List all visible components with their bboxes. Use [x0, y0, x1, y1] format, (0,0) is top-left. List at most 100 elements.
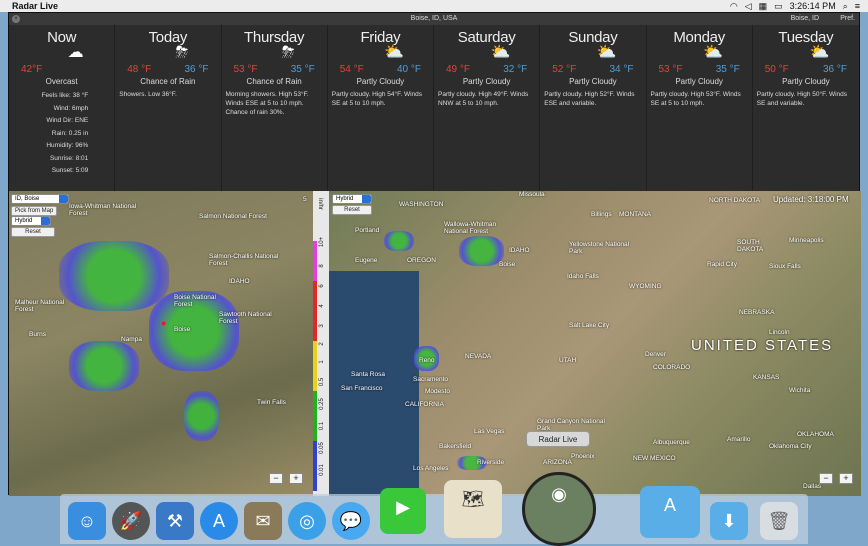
map-type-select[interactable]: Hybrid [11, 216, 51, 226]
map-label: Nampa [121, 336, 142, 343]
map-label: Wallowa-Whitman National Forest [444, 221, 497, 235]
country-label: UNITED STATES [691, 337, 834, 354]
safari-icon[interactable]: ◎ [288, 502, 326, 540]
condition-text: Chance of Rain [140, 77, 196, 86]
pacific-ocean [329, 271, 419, 496]
map-label: Portland [355, 227, 380, 234]
map-label: Burns [29, 331, 46, 338]
condition-text: Partly Cloudy [675, 77, 723, 86]
local-radar-map[interactable]: ID, Boise Pick from Map Hybrid Reset 5 I… [9, 191, 313, 496]
scale-tick: 10+ [319, 236, 325, 248]
scale-tick: 4 [319, 304, 325, 308]
map-label: NEW MEXICO [633, 455, 676, 462]
search-icon[interactable]: ⌕ [843, 1, 848, 12]
xcode-icon[interactable]: ⚒ [156, 502, 194, 540]
reset-button[interactable]: Reset [332, 205, 372, 215]
forecast-now: Now ☁ 42°F Overcast Feels like: 38 °F Wi… [9, 25, 116, 191]
regional-radar-map[interactable]: Hybrid Reset Updated: 3:18:00 PM WASHING… [329, 191, 861, 496]
battery-icon[interactable]: ▭ [774, 1, 783, 12]
current-details: Feels like: 38 °F Wind: 6mph Wind Dir: E… [13, 90, 110, 178]
app-store-icon[interactable]: A [200, 502, 238, 540]
zoom-in-button[interactable]: + [289, 473, 303, 484]
cloud-icon: ☁ [67, 44, 84, 61]
high-temp: 49 °F [446, 64, 471, 75]
forecast-description: Partly cloudy. High 54°F. Winds SE at 5 … [331, 91, 423, 107]
forecast-day: Today ⛈ 48 °F 36 °F Chance of Rain Shower… [115, 25, 222, 191]
map-type-select[interactable]: Hybrid [332, 194, 372, 204]
location-pin-icon: ● [161, 318, 167, 328]
condition-text: Partly Cloudy [569, 77, 617, 86]
close-icon[interactable]: × [12, 15, 20, 23]
list-icon[interactable]: ≡ [855, 1, 860, 11]
partly-cloudy-icon: ⛅ [703, 44, 724, 61]
scale-tick: 8 [319, 264, 325, 268]
map-label: San Francisco [341, 385, 383, 392]
low-temp: 32 °F [503, 64, 528, 75]
scale-tick: 3 [319, 324, 325, 328]
forecast-day: Friday ⛅ 54 °F 40 °F Partly Cloudy Partly… [328, 25, 434, 191]
map-label: OKLAHOMA [797, 431, 834, 438]
app-name-menu[interactable]: Radar Live [12, 1, 58, 11]
downloads-folder-icon[interactable]: ⬇ [710, 502, 748, 540]
launchpad-icon[interactable]: 🚀 [112, 502, 150, 540]
map-label: Denver [645, 351, 666, 358]
volume-icon[interactable]: ◁ [745, 1, 752, 12]
trash-icon[interactable]: 🗑 [760, 502, 798, 540]
maps-area: ID, Boise Pick from Map Hybrid Reset 5 I… [9, 191, 861, 496]
map-label: Bakersfield [439, 443, 472, 450]
dock-tooltip: Radar Live [526, 431, 590, 447]
map-label: WASHINGTON [399, 201, 444, 208]
map-label: Yellowstone National Park [569, 241, 630, 255]
map-label: MONTANA [619, 211, 652, 218]
low-temp: 40 °F [396, 64, 421, 75]
messages-icon[interactable]: 💬 [332, 502, 370, 540]
maps-icon[interactable]: 🗺 [444, 480, 502, 538]
scale-tick: 0.05 [319, 442, 325, 454]
partly-cloudy-icon: ⛅ [809, 44, 830, 61]
scale-bar-blue [313, 441, 317, 491]
wind-dir: Wind Dir: ENE [46, 117, 89, 124]
pref-button[interactable]: Pref. [840, 13, 855, 25]
forecast-day: Tuesday ⛅ 50 °F 36 °F Partly Cloudy Partl… [753, 25, 859, 191]
forecast-description: Partly cloudy. High 52°F. Winds ESE and … [544, 91, 635, 107]
feels-like: Feels like: 38 °F [41, 92, 89, 99]
menu-bar: Radar Live ◠ ◁ ▦ ▭ 3:26:14 PM ⌕ ≡ [0, 0, 868, 12]
preview-icon[interactable]: ✉ [244, 502, 282, 540]
reset-button[interactable]: Reset [11, 227, 55, 237]
condition-text: Partly Cloudy [782, 77, 830, 86]
map-label: Iowa-Whitman National Forest [69, 203, 137, 217]
map-label: IDAHO [229, 278, 250, 285]
wifi-icon[interactable]: ◠ [730, 1, 738, 12]
zoom-out-button[interactable]: − [819, 473, 833, 484]
map-label: OREGON [407, 257, 436, 264]
zoom-out-button[interactable]: − [269, 473, 283, 484]
high-temp: 54 °F [339, 64, 364, 75]
map-label: CALIFORNIA [405, 401, 445, 408]
flag-icon[interactable]: ▦ [759, 1, 768, 12]
scale-tick: 1 [319, 360, 325, 364]
zoom-in-button[interactable]: + [839, 473, 853, 484]
map-label: Rapid City [707, 261, 737, 268]
forecast-description: Morning showers. High 53°F. Winds ESE at… [225, 91, 309, 116]
map-label: Santa Rosa [351, 371, 385, 378]
clock-text[interactable]: 3:26:14 PM [790, 1, 836, 11]
scale-tick: 2 [319, 342, 325, 346]
scale-bar-green [313, 391, 317, 441]
location-select[interactable]: ID, Boise [11, 194, 69, 204]
status-tray: ◠ ◁ ▦ ▭ 3:26:14 PM ⌕ ≡ [730, 0, 868, 12]
radar-live-icon[interactable]: ◉ [522, 472, 596, 546]
finder-icon[interactable]: ☺ [68, 502, 106, 540]
radar-echo [184, 391, 219, 441]
high-temp: 48 °F [127, 64, 152, 75]
pick-from-map-button[interactable]: Pick from Map [11, 206, 58, 216]
applications-folder-icon[interactable]: A [640, 486, 700, 538]
map-label: Wichita [789, 387, 811, 394]
facetime-icon[interactable]: ▶ [380, 488, 426, 534]
rain-cloud-icon: ⛈ [175, 44, 189, 61]
condition-text: Overcast [45, 77, 78, 86]
wind: Wind: 6mph [53, 104, 89, 112]
map-label: Salmon National Forest [199, 213, 267, 220]
scale-bar-red [313, 281, 317, 341]
low-temp: 35 °F [290, 64, 315, 75]
partly-cloudy-icon: ⛅ [384, 44, 405, 61]
